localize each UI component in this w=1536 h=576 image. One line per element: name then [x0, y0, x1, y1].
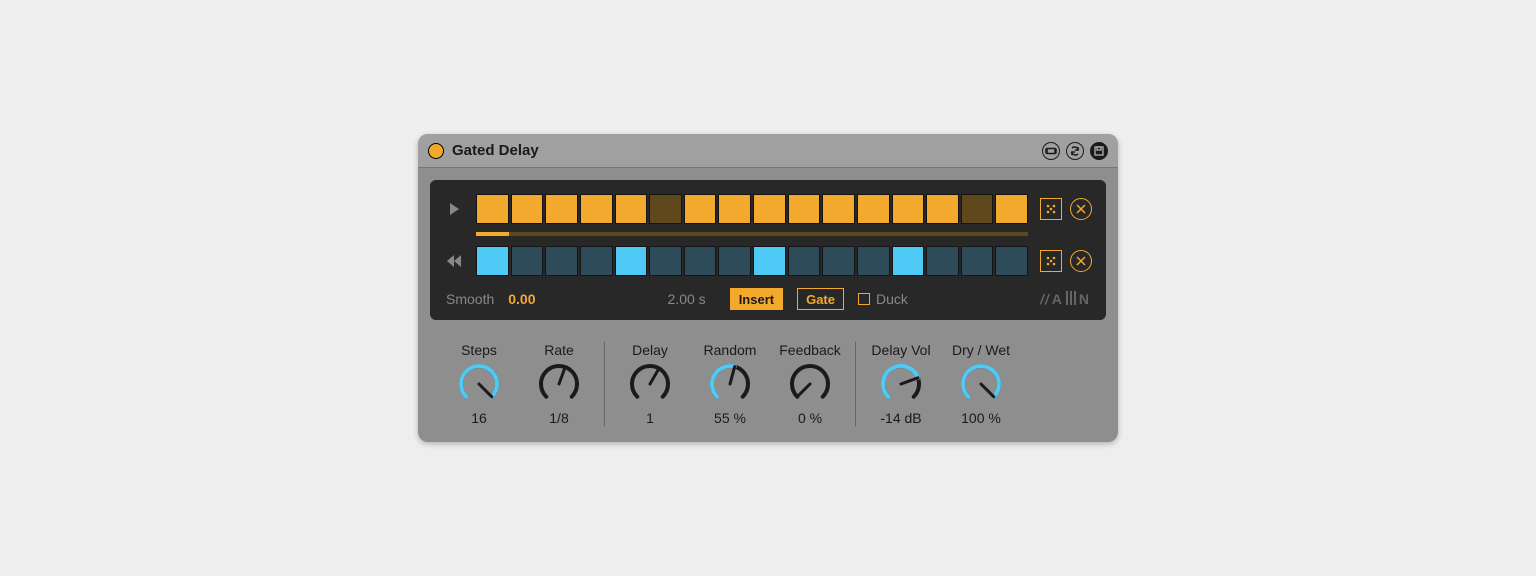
- device-enable-toggle[interactable]: [428, 143, 444, 159]
- save-icon[interactable]: [1090, 142, 1108, 160]
- knob-group-1: Delay 1 Random 55 % Feedback 0 %: [604, 342, 855, 426]
- knob-label: Random: [704, 342, 757, 358]
- step-cell[interactable]: [511, 246, 544, 276]
- step-cell[interactable]: [961, 246, 994, 276]
- step-cell[interactable]: [822, 246, 855, 276]
- knob-rate: Rate 1/8: [528, 342, 590, 426]
- step-cell[interactable]: [788, 246, 821, 276]
- knob-steps: Steps 16: [448, 342, 510, 426]
- knob-dial-delay[interactable]: [628, 362, 672, 406]
- step-cell[interactable]: [511, 194, 544, 224]
- knob-value: 16: [471, 410, 487, 426]
- randomize-gate-button[interactable]: [1040, 198, 1062, 220]
- knob-value: 1/8: [549, 410, 568, 426]
- titlebar: Gated Delay: [418, 134, 1118, 168]
- knob-label: Rate: [544, 342, 574, 358]
- knob-feedback: Feedback 0 %: [779, 342, 841, 426]
- step-cell[interactable]: [753, 246, 786, 276]
- duck-label: Duck: [876, 291, 908, 307]
- step-cell[interactable]: [649, 194, 682, 224]
- knob-group-0: Steps 16 Rate 1/8: [434, 342, 604, 426]
- step-cell[interactable]: [615, 194, 648, 224]
- knob-value: 100 %: [961, 410, 1001, 426]
- knob-dry-wet: Dry / Wet 100 %: [950, 342, 1012, 426]
- expand-icon[interactable]: [1042, 142, 1060, 160]
- device-title: Gated Delay: [452, 142, 1042, 159]
- gated-delay-device: Gated Delay: [418, 134, 1118, 442]
- clear-gate-button[interactable]: [1070, 198, 1092, 220]
- step-cell[interactable]: [995, 194, 1028, 224]
- knob-label: Delay Vol: [871, 342, 930, 358]
- step-cell[interactable]: [926, 194, 959, 224]
- knob-label: Feedback: [779, 342, 840, 358]
- smooth-label: Smooth: [446, 291, 494, 307]
- step-cell[interactable]: [718, 246, 751, 276]
- step-cell[interactable]: [892, 246, 925, 276]
- knob-label: Delay: [632, 342, 668, 358]
- step-cell[interactable]: [892, 194, 925, 224]
- knob-value: 1: [646, 410, 654, 426]
- gate-step-grid[interactable]: [476, 194, 1028, 224]
- knob-delay: Delay 1: [619, 342, 681, 426]
- knob-dial-rate[interactable]: [537, 362, 581, 406]
- knob-value: 55 %: [714, 410, 746, 426]
- refresh-icon[interactable]: [1066, 142, 1084, 160]
- step-cell[interactable]: [961, 194, 994, 224]
- knob-label: Dry / Wet: [952, 342, 1010, 358]
- insert-button[interactable]: Insert: [730, 288, 783, 310]
- time-value[interactable]: 2.00 s: [668, 291, 706, 307]
- step-cell[interactable]: [615, 246, 648, 276]
- knob-random: Random 55 %: [699, 342, 761, 426]
- checkbox-box-icon: [858, 293, 870, 305]
- step-cell[interactable]: [545, 194, 578, 224]
- playhead-bar: [476, 232, 509, 236]
- duck-checkbox[interactable]: Duck: [858, 291, 908, 307]
- gate-button[interactable]: Gate: [797, 288, 844, 310]
- knob-value: 0 %: [798, 410, 822, 426]
- step-cell[interactable]: [788, 194, 821, 224]
- step-cell[interactable]: [580, 246, 613, 276]
- sequencer-row-delay: [444, 246, 1092, 276]
- step-cell[interactable]: [476, 246, 509, 276]
- step-cell[interactable]: [926, 246, 959, 276]
- step-cell[interactable]: [857, 194, 890, 224]
- step-cell[interactable]: [822, 194, 855, 224]
- knob-dial-feedback[interactable]: [788, 362, 832, 406]
- step-cell[interactable]: [718, 194, 751, 224]
- titlebar-icons: [1042, 142, 1108, 160]
- knob-value: -14 dB: [880, 410, 921, 426]
- step-cell[interactable]: [684, 194, 717, 224]
- step-cell[interactable]: [753, 194, 786, 224]
- knob-dial-delay-vol[interactable]: [879, 362, 923, 406]
- delay-step-grid[interactable]: [476, 246, 1028, 276]
- sequencer-footer: Smooth 0.00 2.00 s Insert Gate Duck //AN: [444, 284, 1092, 310]
- step-cell[interactable]: [684, 246, 717, 276]
- knob-dial-dry-wet[interactable]: [959, 362, 1003, 406]
- step-cell[interactable]: [857, 246, 890, 276]
- playhead-progress: [476, 232, 1028, 236]
- knob-delay-vol: Delay Vol -14 dB: [870, 342, 932, 426]
- step-cell[interactable]: [580, 194, 613, 224]
- knob-group-2: Delay Vol -14 dB Dry / Wet 100 %: [855, 342, 1026, 426]
- play-icon: [444, 202, 464, 216]
- knob-label: Steps: [461, 342, 497, 358]
- randomize-delay-button[interactable]: [1040, 250, 1062, 272]
- brand-logo: //AN: [1040, 291, 1090, 308]
- knob-dial-random[interactable]: [708, 362, 752, 406]
- step-cell[interactable]: [545, 246, 578, 276]
- knob-controls: Steps 16 Rate 1/8 Delay 1 Random 55 % Fe…: [418, 332, 1118, 442]
- step-cell[interactable]: [476, 194, 509, 224]
- sequencer-panel: Smooth 0.00 2.00 s Insert Gate Duck //AN: [430, 180, 1106, 320]
- clear-delay-button[interactable]: [1070, 250, 1092, 272]
- step-cell[interactable]: [995, 246, 1028, 276]
- knob-dial-steps[interactable]: [457, 362, 501, 406]
- step-cell[interactable]: [649, 246, 682, 276]
- smooth-value[interactable]: 0.00: [508, 291, 535, 307]
- reverse-icon: [444, 254, 464, 268]
- sequencer-row-gate: [444, 194, 1092, 224]
